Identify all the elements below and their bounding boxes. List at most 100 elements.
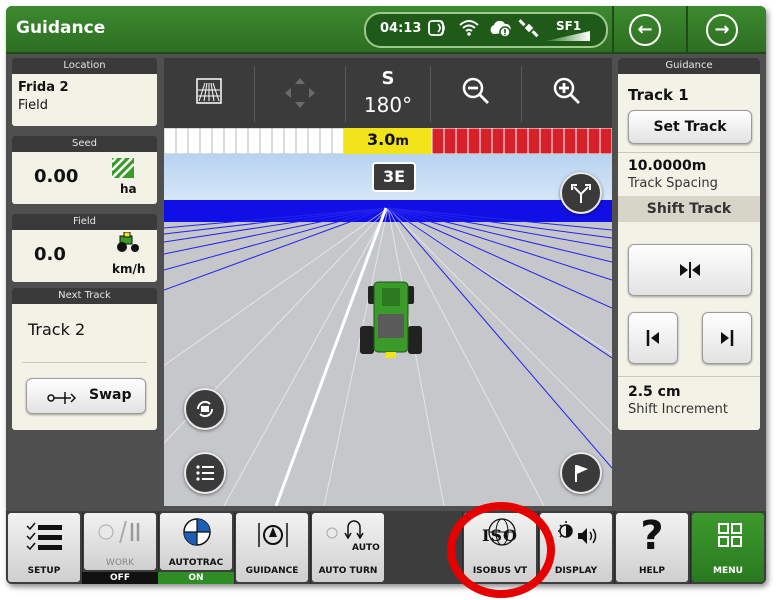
swap-button[interactable]: Swap (26, 378, 146, 414)
list-button[interactable] (184, 452, 226, 494)
zoom-out-icon (462, 77, 489, 104)
shift-increment-value: 2.5 cm (628, 384, 681, 400)
autotrac-icon (183, 518, 211, 546)
swap-icon (47, 388, 77, 408)
pan-arrows-icon (285, 78, 315, 108)
checklist-icon (26, 522, 62, 551)
speed-box[interactable]: 0.0 km/h (12, 230, 157, 282)
rotate-view-button[interactable] (184, 388, 226, 430)
location-sub: Field (18, 98, 49, 113)
work-status: OFF (82, 572, 158, 584)
pan-button[interactable] (255, 58, 345, 128)
next-track-box: Track 2 Swap (12, 304, 157, 430)
view-toolbar: S 180° (164, 58, 612, 128)
shift-right-icon (721, 330, 734, 346)
tractor-icon (114, 231, 142, 258)
track-spacing-value: 10.0000m (628, 158, 707, 174)
grid-menu-icon (718, 523, 742, 547)
seed-label: Seed (12, 136, 157, 152)
speed-value: 0.0 (34, 244, 66, 265)
sf1-label: SF1 (556, 19, 582, 33)
auto-turn-icon-text: AUTO (352, 543, 380, 553)
tractor-marker (360, 281, 422, 358)
help-label: HELP (638, 566, 665, 576)
bottom-bar: SETUP WORK OFF AUTOTRAC ON GUIDANCE AUTO… (6, 511, 766, 584)
menu-button[interactable]: MENU (690, 511, 766, 584)
track-name: Track 1 (628, 86, 689, 104)
field-perspective-icon (196, 78, 222, 104)
lightbar: 3.0m (164, 127, 612, 155)
seed-value: 0.00 (34, 166, 79, 187)
arrow-left-circle-icon[interactable]: ← (629, 14, 661, 46)
auto-turn-button[interactable]: AUTO AUTO TURN (310, 511, 387, 584)
help-button[interactable]: ? HELP (614, 511, 691, 584)
shift-right-button[interactable] (702, 312, 752, 364)
guidance-steer-icon (258, 523, 288, 547)
offset-value: 3.0 (367, 130, 396, 149)
guidance-panel: Guidance Track 1 Set Track 10.0000m Trac… (618, 58, 760, 430)
brightness-volume-icon (558, 521, 597, 544)
center-track-button[interactable] (628, 244, 752, 296)
guidance-screen: Guidance 04:13 SF1 ← → Location Frida 2 … (6, 6, 766, 584)
track-tag: 3E (372, 162, 416, 192)
flag-icon (575, 465, 588, 482)
next-track-value: Track 2 (28, 320, 86, 339)
header-bar: Guidance 04:13 SF1 ← → (6, 6, 766, 54)
list-icon (196, 465, 214, 481)
shift-increment-label: Shift Increment (628, 402, 728, 417)
zoom-in-button[interactable] (522, 58, 612, 128)
track-split-button[interactable] (560, 172, 602, 214)
work-button[interactable]: WORK OFF (82, 511, 159, 584)
shift-left-icon (646, 330, 659, 346)
shift-track-heading: Shift Track (618, 196, 760, 222)
work-label: WORK (105, 558, 135, 568)
flag-button[interactable] (560, 452, 602, 494)
signal-icon (428, 18, 450, 42)
guidance-panel-header: Guidance (618, 58, 760, 74)
cloud-warning-icon (488, 18, 514, 42)
area-icon (111, 157, 136, 184)
next-track-label: Next Track (12, 288, 157, 304)
page-title: Guidance (16, 18, 106, 38)
autotrac-label: AUTOTRAC (168, 558, 224, 568)
work-switch-icon (98, 520, 140, 544)
heading-degrees: 180° (363, 93, 413, 117)
guidance-button[interactable]: GUIDANCE (234, 511, 311, 584)
offset-readout: 3.0m (348, 130, 428, 149)
wifi-icon (458, 18, 480, 42)
auto-turn-label: AUTO TURN (318, 566, 378, 576)
seed-box[interactable]: 0.00 ha (12, 152, 157, 204)
shift-center-icon (680, 262, 700, 278)
zoom-in-icon (553, 77, 580, 104)
speed-unit: km/h (112, 262, 146, 276)
fork-arrows-icon (571, 184, 591, 203)
arrow-right-circle-icon[interactable]: → (706, 14, 738, 46)
location-box[interactable]: Frida 2 Field (12, 74, 157, 126)
clock-time: 04:13 (380, 21, 422, 36)
autotrac-status: ON (158, 572, 234, 584)
field-label: Field (12, 214, 157, 230)
autotrac-button[interactable]: AUTOTRAC ON (158, 511, 235, 584)
zoom-out-button[interactable] (431, 58, 521, 128)
offset-unit: m (395, 134, 409, 149)
field-view-button[interactable] (164, 58, 254, 128)
guidance-label: GUIDANCE (245, 566, 299, 576)
guidance-map-view[interactable]: S 180° 3.0m 3E (164, 58, 612, 506)
question-mark-icon: ? (640, 513, 664, 559)
set-track-button[interactable]: Set Track (628, 110, 752, 144)
swap-label: Swap (89, 387, 132, 403)
track-spacing-label: Track Spacing (628, 176, 718, 191)
status-pill[interactable]: 04:13 SF1 (364, 12, 608, 48)
setup-label: SETUP (27, 566, 61, 576)
heading-display: S 180° (346, 58, 430, 128)
location-label: Location (12, 58, 157, 74)
seed-unit: ha (120, 182, 137, 196)
heading-letter: S (381, 68, 395, 89)
menu-label: MENU (713, 566, 743, 576)
shift-left-button[interactable] (628, 312, 678, 364)
satellite-icon (518, 18, 542, 42)
setup-button[interactable]: SETUP (6, 511, 83, 584)
annotation-circle (447, 502, 555, 598)
location-name: Frida 2 (18, 80, 69, 95)
rotate-icon (196, 400, 214, 418)
